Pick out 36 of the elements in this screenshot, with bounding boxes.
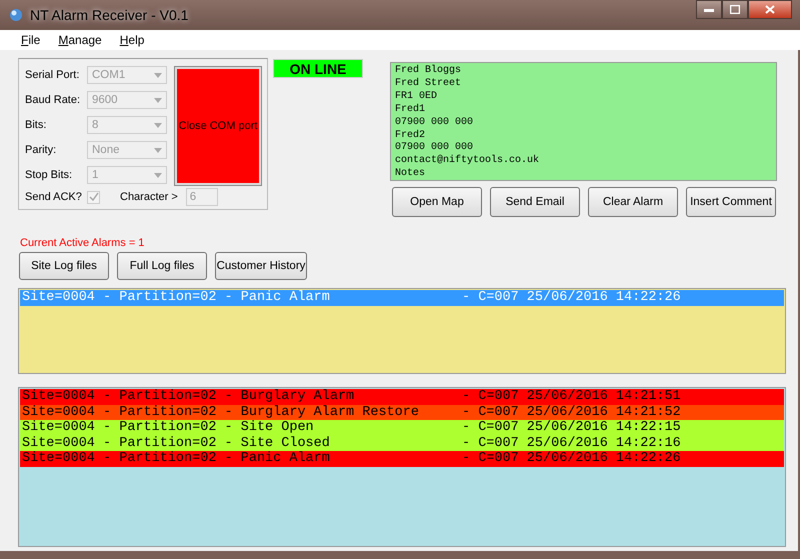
info-line: Fred1 bbox=[395, 104, 426, 117]
log-row[interactable]: Site=0004 - Partition=02 - Site Closed - C=007 25/06/2016 14:22:16 bbox=[20, 436, 784, 452]
action-button[interactable]: Clear Alarm bbox=[588, 187, 678, 217]
menu-item[interactable]: File bbox=[12, 33, 50, 47]
info-line: contact@niftytools.co.uk bbox=[395, 155, 540, 168]
info-line: Fred Bloggs bbox=[395, 65, 462, 78]
info-line: 07900 000 000 bbox=[395, 116, 474, 130]
action-button[interactable]: Insert Comment bbox=[686, 187, 776, 217]
info-line: FR1 0ED bbox=[395, 90, 438, 104]
action-button[interactable]: Open Map bbox=[392, 187, 482, 217]
log-row[interactable]: Site=0004 - Partition=02 - Burglary Alarm Restore - C=007 25/06/2016 14:21:52 bbox=[20, 404, 784, 420]
log-button[interactable]: Customer History bbox=[215, 252, 307, 280]
info-line: Fred Street bbox=[395, 78, 462, 91]
log-row[interactable]: Site=0004 - Partition=02 - Burglary Alarm - C=007 25/06/2016 14:21:51 bbox=[20, 389, 784, 405]
close-port-button[interactable]: Close COM port bbox=[175, 67, 261, 185]
field-label: Stop Bits: bbox=[25, 169, 74, 181]
status-label: ON LINE bbox=[273, 59, 363, 78]
info-line: Fred2 bbox=[395, 130, 426, 142]
action-button[interactable]: Send Email bbox=[490, 187, 580, 217]
log-row[interactable]: Site=0004 - Partition=02 - Site Open - C=007 25/06/2016 14:22:15 bbox=[20, 420, 784, 436]
active-alarm-count: Current Active Alarms = 1 bbox=[20, 237, 146, 249]
window-title: NT Alarm Receiver - V0.1 bbox=[30, 7, 188, 23]
info-line: 07900 000 000 bbox=[395, 142, 474, 154]
field-label: Bits: bbox=[25, 119, 48, 131]
field-label: Send ACK? bbox=[25, 191, 83, 203]
menu-item[interactable]: Manage bbox=[49, 33, 111, 47]
customer-info-box[interactable]: Fred Bloggs Fred Street FR1 0ED Fred1 07900 000 000 Fred2 07900 000 000 contact@niftytools.co.uk Notes bbox=[390, 62, 777, 181]
log-button[interactable]: Site Log files bbox=[19, 252, 109, 280]
field-label: Parity: bbox=[25, 144, 58, 156]
field-label: Baud Rate: bbox=[25, 94, 82, 106]
field-label: Character > bbox=[120, 191, 178, 203]
info-line: Notes bbox=[395, 168, 426, 182]
menu-item[interactable]: Help bbox=[110, 33, 154, 47]
log-row[interactable]: Site=0004 - Partition=02 - Panic Alarm - C=007 25/06/2016 14:22:26 bbox=[20, 451, 784, 467]
field-label: Serial Port: bbox=[25, 69, 80, 81]
log-button[interactable]: Full Log files bbox=[117, 252, 207, 280]
